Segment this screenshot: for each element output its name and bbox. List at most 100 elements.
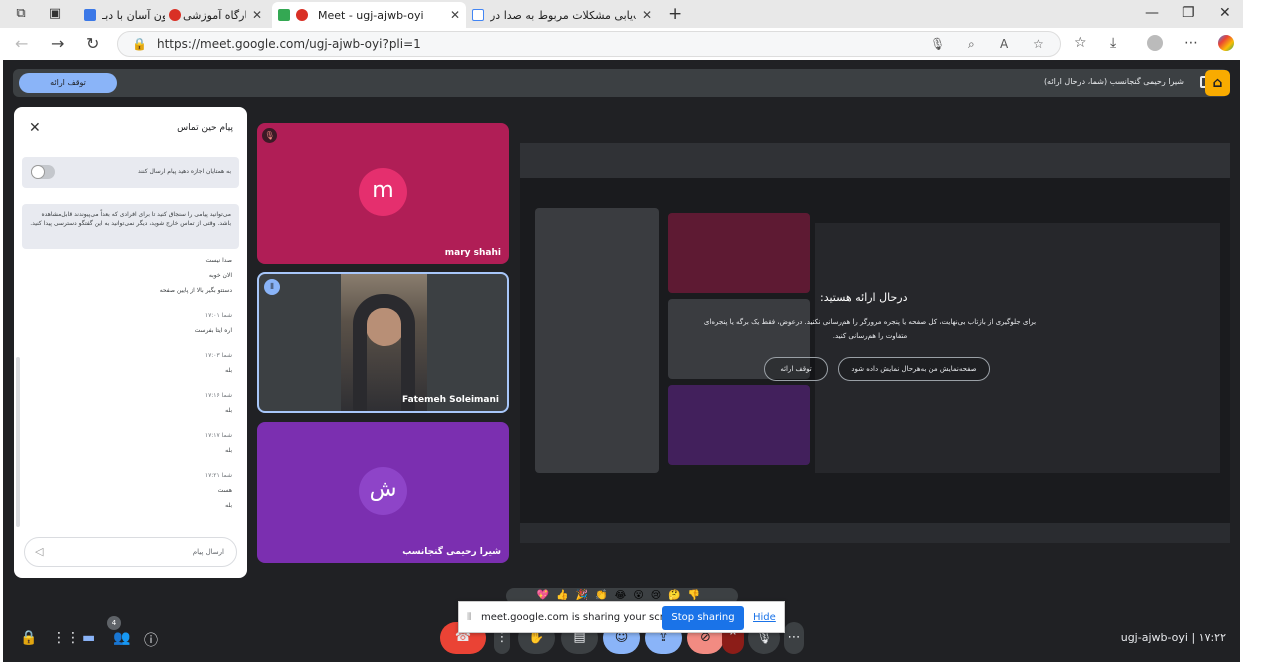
hide-notice-link[interactable]: Hide [753, 612, 776, 623]
mirrored-tile [668, 213, 810, 293]
site-info-icon[interactable]: 🔒 [132, 37, 147, 51]
url-field[interactable]: 🔒 https://meet.google.com/ugj-ajwb-oyi?p… [117, 31, 1061, 57]
meeting-info: ۱۷:۲۲ | ugj-ajwb-oyi [1120, 631, 1226, 644]
url-text[interactable]: https://meet.google.com/ugj-ajwb-oyi?pli… [157, 37, 421, 51]
recording-favicon-icon [168, 9, 181, 21]
tab-meet[interactable]: Meet - ugj-ajwb-oyi ✕ [272, 2, 466, 28]
drag-handle-icon[interactable]: ⦀ [467, 612, 471, 623]
maximize-icon[interactable]: ❐ [1182, 5, 1195, 21]
back-icon[interactable]: ← [15, 34, 28, 53]
tab-strip: ⧉ ▣ آزمون آسان با دبـ کارگاه آموزشی ✕ Me… [0, 0, 1243, 28]
browser-window: ⧉ ▣ آزمون آسان با دبـ کارگاه آموزشی ✕ Me… [0, 0, 1280, 662]
copilot-icon[interactable] [1218, 35, 1234, 51]
meeting-code: ugj-ajwb-oyi [1120, 631, 1188, 644]
mic-off-icon: 🎙 [262, 128, 277, 143]
profile-avatar[interactable] [1147, 35, 1163, 51]
meeting-details-icon[interactable]: ⓘ [144, 630, 158, 650]
mirrored-chat-panel [535, 208, 659, 473]
stop-presenting-button[interactable]: توقف ارائه [19, 73, 117, 93]
mirrored-tile [668, 385, 810, 465]
tab-audio-troubleshoot[interactable]: عیب‌یابی مشکلات مربوط به صدا در ✕ [466, 2, 658, 28]
refresh-icon[interactable]: ↻ [86, 34, 99, 53]
speaking-indicator-icon: ⦀ [264, 279, 280, 295]
chat-input-placeholder: ارسال پیام [192, 548, 224, 556]
chat-message: بله [225, 407, 232, 414]
participant-name: شیرا رحیمی گنجانسب [402, 547, 501, 557]
chat-scrollbar[interactable] [16, 357, 20, 527]
chat-message-meta: شما ۱۷:۰۳ [204, 352, 232, 359]
chat-message: صدا نیست [205, 257, 232, 264]
meeting-time: ۱۷:۲۲ [1198, 631, 1226, 644]
shared-screen: درحال ارائه هستید: برای جلوگیری از بازتا… [520, 143, 1230, 543]
chat-message: الان خوبه [208, 272, 232, 279]
activities-icon[interactable]: ⋮⋮ [52, 630, 80, 646]
participant-tile[interactable]: 🎙 m mary shahi [257, 123, 509, 264]
new-tab-icon[interactable]: + [668, 4, 682, 24]
participant-name: mary shahi [444, 248, 501, 258]
host-controls-icon[interactable]: 🔒 [20, 630, 37, 646]
calendar-favicon-icon [84, 9, 96, 21]
chat-message: اره ایتا بفرست [194, 327, 232, 334]
presenting-warning-text: برای جلوگیری از بازتاب بی‌نهایت، کل صفحه… [703, 318, 1037, 340]
tab-workshop[interactable]: آزمون آسان با دبـ کارگاه آموزشی ✕ [78, 2, 268, 28]
meet-window: توقف ارائه شیرا رحیمی گنجانسب (شما، درحا… [3, 60, 1240, 662]
avatar: ش [359, 467, 407, 515]
microphone-icon[interactable]: 🎙 [930, 37, 945, 51]
chat-icon[interactable]: ▬ [82, 630, 95, 646]
allow-messages-toggle[interactable] [31, 165, 55, 179]
favorites-icon[interactable]: ☆ [1074, 35, 1087, 51]
chat-message-meta: شما ۱۷:۲۱ [204, 472, 232, 479]
chat-message-meta: شما ۱۷:۰۱ [204, 312, 232, 319]
tab-actions-icon[interactable]: ▣ [46, 5, 64, 23]
screen-sharing-notice: ⦀ meet.google.com is sharing your screen… [458, 601, 785, 633]
participant-video [341, 274, 427, 411]
more-options-icon[interactable]: ⋯ [1184, 35, 1198, 51]
chat-message: هست [217, 487, 232, 494]
workspaces-icon[interactable]: ⧉ [12, 5, 30, 23]
presenting-bar: توقف ارائه شیرا رحیمی گنجانسب (شما، درحا… [13, 69, 1228, 97]
tab-label: آزمون آسان با دبـ [102, 8, 165, 22]
close-chat-icon[interactable]: ✕ [29, 120, 41, 136]
chat-message-meta: شما ۱۷:۱۷ [204, 432, 232, 439]
favorite-star-icon[interactable]: ☆ [1033, 37, 1044, 51]
chat-message: دستتو بگیر بالا از پایین صفحه [159, 287, 232, 294]
meet-logo-icon: ⌂ [1205, 70, 1230, 96]
chat-info-box: می‌توانید پیامی را سنجاق کنید تا برای اف… [22, 204, 239, 249]
chat-panel: ✕ پیام حین تماس به همتایان اجازه دهید پی… [14, 107, 247, 578]
tab-label: Meet - ugj-ajwb-oyi [318, 8, 424, 22]
toggle-knob [31, 165, 45, 179]
participant-count-badge: 4 [107, 616, 121, 630]
mirrored-browser-bar [520, 143, 1230, 178]
close-tab-icon[interactable]: ✕ [246, 8, 262, 22]
address-bar: ← → ↻ 🔒 https://meet.google.com/ugj-ajwb… [0, 28, 1243, 60]
stop-sharing-button[interactable]: Stop sharing [662, 606, 744, 630]
chat-message: بله [225, 367, 232, 374]
presenting-status: شیرا رحیمی گنجانسب (شما، درحال ارائه) [1043, 77, 1184, 86]
presenting-warning-title: درحال ارائه هستید: [820, 291, 908, 304]
send-icon[interactable]: ◁ [35, 545, 43, 558]
show-screen-anyway-button[interactable]: صفحه‌نمایش من به‌هرحال نمایش داده شود [838, 357, 990, 381]
participant-tile-speaking[interactable]: ⦀ Fatemeh Soleimani [257, 272, 509, 413]
chat-title: پیام حین تماس [177, 123, 233, 133]
chat-input-field[interactable]: ◁ ارسال پیام [24, 537, 237, 567]
close-tab-icon[interactable]: ✕ [444, 8, 460, 22]
read-aloud-icon[interactable]: A [1000, 37, 1008, 51]
forward-icon[interactable]: → [51, 34, 64, 53]
mirrored-taskbar [520, 523, 1230, 543]
close-tab-icon[interactable]: ✕ [636, 8, 652, 22]
google-favicon-icon [472, 9, 484, 21]
meet-favicon-icon [278, 9, 290, 21]
minimize-icon[interactable]: — [1145, 5, 1159, 21]
mirrored-screen [815, 223, 1220, 473]
downloads-icon[interactable]: ⤓ [1110, 35, 1116, 51]
chat-message-meta: شما ۱۷:۱۶ [204, 392, 232, 399]
allow-messages-label: به همتایان اجازه دهید پیام ارسال کنند [138, 168, 231, 175]
people-icon[interactable]: 👥 [113, 630, 130, 646]
mic-options-button[interactable]: ⋯ [784, 622, 804, 654]
participant-name: Fatemeh Soleimani [401, 395, 499, 405]
participant-tile[interactable]: ش شیرا رحیمی گنجانسب [257, 422, 509, 563]
zoom-icon[interactable]: ⌕ [968, 37, 975, 52]
tab-label: کارگاه آموزشی [182, 8, 246, 22]
stop-presenting-overlay-button[interactable]: توقف ارائه [764, 357, 828, 381]
close-window-icon[interactable]: ✕ [1219, 5, 1231, 21]
